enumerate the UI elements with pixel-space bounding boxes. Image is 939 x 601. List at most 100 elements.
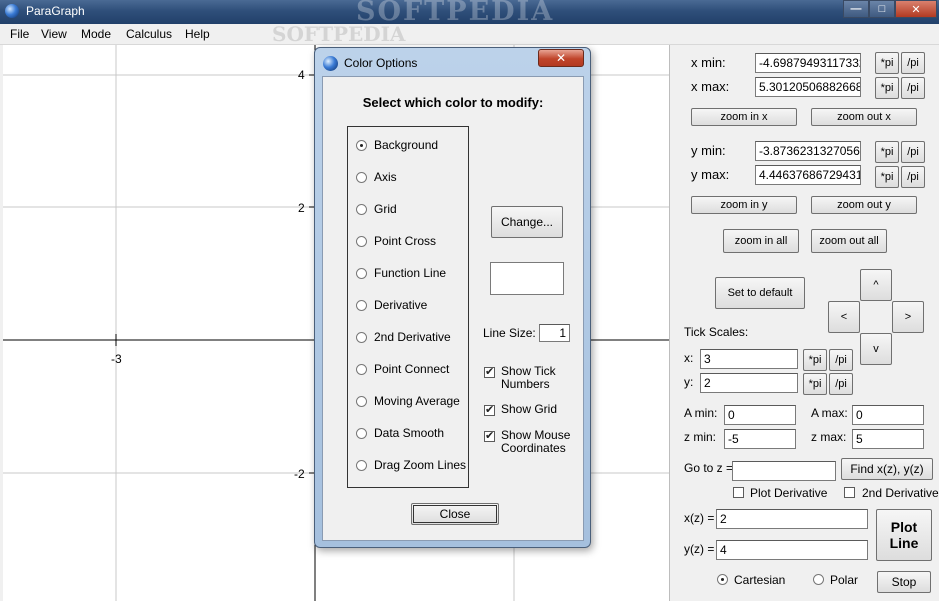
zmax-label: z max:: [811, 430, 847, 444]
cartesian-radio[interactable]: [717, 574, 728, 585]
window-title: ParaGraph: [26, 4, 85, 18]
pan-down-button[interactable]: v: [860, 333, 892, 365]
color-option-function-line[interactable]: Function Line: [356, 265, 446, 281]
radio-icon[interactable]: [356, 459, 367, 471]
color-option-2nd-derivative[interactable]: 2nd Derivative: [356, 329, 451, 345]
menu-view[interactable]: View: [41, 27, 67, 41]
dialog-heading: Select which color to modify:: [362, 95, 544, 110]
maximize-button[interactable]: □: [869, 0, 895, 18]
color-option-moving-average[interactable]: Moving Average: [356, 393, 460, 409]
color-option-axis[interactable]: Axis: [356, 169, 397, 185]
tick-x-times-pi-button[interactable]: *pi: [803, 349, 827, 371]
radio-icon[interactable]: [356, 139, 367, 151]
line-size-label: Line Size:: [483, 326, 536, 340]
tick-x-label: x:: [684, 351, 694, 365]
menu-file[interactable]: File: [10, 27, 29, 41]
color-target-list: Background Axis Grid Point Cross Functio…: [347, 126, 469, 488]
pan-up-button[interactable]: ^: [860, 269, 892, 301]
show-mouse-coordinates-row[interactable]: Show MouseCoordinates: [484, 429, 581, 455]
xmax-div-pi-button[interactable]: /pi: [901, 77, 925, 99]
zoom-in-x-button[interactable]: zoom in x: [691, 108, 797, 126]
amin-input[interactable]: 0: [724, 405, 796, 425]
zmin-input[interactable]: -5: [724, 429, 796, 449]
xmin-div-pi-button[interactable]: /pi: [901, 52, 925, 74]
find-xz-yz-button[interactable]: Find x(z), y(z): [841, 458, 933, 480]
zoom-out-y-button[interactable]: zoom out y: [811, 196, 917, 214]
tick-y-div-pi-button[interactable]: /pi: [829, 373, 853, 395]
xz-input[interactable]: 2: [716, 509, 868, 529]
dialog-close-button[interactable]: Close: [411, 503, 499, 525]
line-size-input[interactable]: 1: [539, 324, 570, 342]
ymax-times-pi-button[interactable]: *pi: [875, 166, 899, 188]
xmax-times-pi-button[interactable]: *pi: [875, 77, 899, 99]
show-tick-numbers-row[interactable]: Show TickNumbers: [484, 365, 581, 391]
ymax-label: y max:: [691, 167, 730, 182]
color-option-point-connect[interactable]: Point Connect: [356, 361, 449, 377]
radio-icon[interactable]: [356, 267, 367, 279]
y-tick-label: -2: [294, 467, 305, 481]
show-grid-row[interactable]: Show Grid: [484, 403, 581, 416]
tick-y-input[interactable]: 2: [700, 373, 798, 393]
zoom-out-x-button[interactable]: zoom out x: [811, 108, 917, 126]
color-option-grid[interactable]: Grid: [356, 201, 397, 217]
goto-z-input[interactable]: [732, 461, 836, 481]
menu-help[interactable]: Help: [185, 27, 210, 41]
zoom-in-y-button[interactable]: zoom in y: [691, 196, 797, 214]
xmin-label: x min:: [691, 55, 726, 70]
radio-icon[interactable]: [356, 299, 367, 311]
plot-line-label-1: Plot: [890, 519, 918, 535]
show-mouse-coordinates-checkbox[interactable]: [484, 429, 495, 442]
radio-icon[interactable]: [356, 395, 367, 407]
close-window-button[interactable]: ✕: [895, 0, 937, 18]
radio-icon[interactable]: [356, 331, 367, 343]
amax-input[interactable]: 0: [852, 405, 924, 425]
zoom-out-all-button[interactable]: zoom out all: [811, 229, 887, 253]
color-swatch: [490, 262, 564, 295]
ymin-div-pi-button[interactable]: /pi: [901, 141, 925, 163]
color-option-drag-zoom-lines[interactable]: Drag Zoom Lines: [356, 457, 466, 473]
radio-icon[interactable]: [356, 363, 367, 375]
menu-mode[interactable]: Mode: [81, 27, 111, 41]
xmin-times-pi-button[interactable]: *pi: [875, 52, 899, 74]
xz-label: x(z) =: [684, 511, 715, 525]
yz-input[interactable]: 4: [716, 540, 868, 560]
show-tick-numbers-checkbox[interactable]: [484, 365, 495, 378]
tick-scales-label: Tick Scales:: [684, 325, 749, 339]
ymin-times-pi-button[interactable]: *pi: [875, 141, 899, 163]
radio-icon[interactable]: [356, 235, 367, 247]
show-mouse-coordinates-label: Show Mouse Coordinates: [501, 428, 571, 455]
xmax-input[interactable]: 5.30120506882668: [755, 77, 861, 97]
xmin-input[interactable]: -4.69879493117332: [755, 53, 861, 73]
tick-x-div-pi-button[interactable]: /pi: [829, 349, 853, 371]
second-derivative-label: 2nd Derivative: [862, 486, 939, 500]
ymin-input[interactable]: -3.87362313270569: [755, 141, 861, 161]
tick-y-times-pi-button[interactable]: *pi: [803, 373, 827, 395]
zmax-input[interactable]: 5: [852, 429, 924, 449]
polar-radio[interactable]: [813, 574, 824, 585]
set-to-default-button[interactable]: Set to default: [715, 277, 805, 309]
dialog-close-icon[interactable]: ✕: [538, 49, 584, 67]
pan-right-button[interactable]: >: [892, 301, 924, 333]
color-option-background[interactable]: Background: [356, 137, 438, 153]
plot-derivative-checkbox[interactable]: [733, 487, 744, 498]
menu-calculus[interactable]: Calculus: [126, 27, 172, 41]
polar-label: Polar: [830, 573, 859, 587]
color-option-derivative[interactable]: Derivative: [356, 297, 427, 313]
ymax-input[interactable]: 4.44637686729431: [755, 165, 861, 185]
radio-icon[interactable]: [356, 427, 367, 439]
color-option-data-smooth[interactable]: Data Smooth: [356, 425, 444, 441]
second-derivative-checkbox[interactable]: [844, 487, 855, 498]
tick-x-input[interactable]: 3: [700, 349, 798, 369]
plot-line-button[interactable]: Plot Line: [876, 509, 932, 561]
pan-left-button[interactable]: <: [828, 301, 860, 333]
color-options-dialog: Color Options ✕ Select which color to mo…: [314, 47, 591, 548]
show-grid-checkbox[interactable]: [484, 403, 495, 416]
minimize-button[interactable]: —: [843, 0, 869, 18]
stop-button[interactable]: Stop: [877, 571, 931, 593]
change-color-button[interactable]: Change...: [491, 206, 563, 238]
zoom-in-all-button[interactable]: zoom in all: [723, 229, 799, 253]
color-option-point-cross[interactable]: Point Cross: [356, 233, 436, 249]
radio-icon[interactable]: [356, 203, 367, 215]
ymax-div-pi-button[interactable]: /pi: [901, 166, 925, 188]
radio-icon[interactable]: [356, 171, 367, 183]
